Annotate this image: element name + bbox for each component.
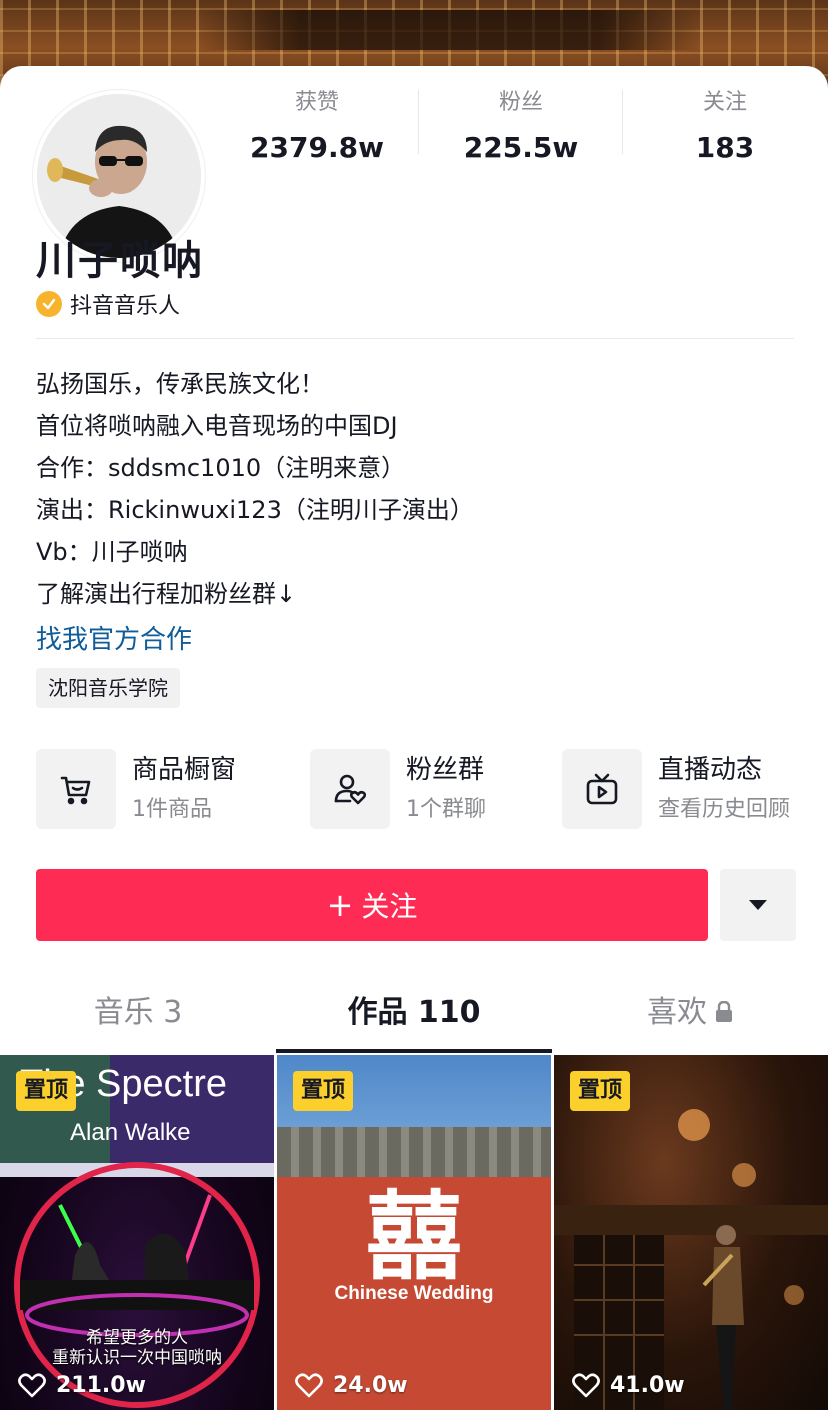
tool-live-history[interactable]: 直播动态 查看历史回顾 [562, 748, 790, 830]
like-count-value: 41.0w [610, 1372, 685, 1398]
thumbnail-subtitle: Alan Walke [70, 1119, 191, 1146]
tool-subtitle: 1件商品 [132, 797, 212, 822]
stats-row: 获赞 2379.8w 粉丝 225.5w 关注 183 [215, 88, 828, 168]
tool-shop-window[interactable]: 商品橱窗 1件商品 [36, 748, 236, 830]
plus-icon: + [326, 886, 354, 924]
stat-value: 225.5w [463, 131, 579, 164]
thumbnail-caption: Chinese Wedding [334, 1283, 494, 1304]
stat-label: 关注 [702, 90, 747, 115]
tools-row: 商品橱窗 1件商品 粉丝群 1个群聊 直播动态 查看历史回顾 [36, 748, 816, 830]
video-grid: The Spectre Alan Walke 希望更多的人 重新认识一次中国唢呐… [0, 1055, 828, 1410]
pinned-badge: 置顶 [570, 1071, 631, 1111]
tool-title: 商品橱窗 [132, 755, 237, 785]
tool-subtitle: 1个群聊 [406, 797, 486, 822]
active-tab-indicator [276, 1049, 552, 1053]
like-count: 24.0w [295, 1368, 408, 1402]
like-count-value: 24.0w [333, 1372, 408, 1398]
bio-line: 弘扬国乐，传承民族文化！ [36, 370, 324, 398]
tool-title: 粉丝群 [406, 755, 485, 785]
follow-label: 关注 [361, 890, 418, 923]
heart-outline-icon [295, 1373, 323, 1398]
thumbnail-caption: 重新认识一次中国唢呐 [52, 1348, 222, 1368]
follow-button[interactable]: + 关注 [36, 869, 708, 941]
bio-line: 合作：sddsmc1010（注明来意） [36, 454, 406, 482]
video-thumbnail[interactable]: 置顶 41.0w [554, 1055, 828, 1410]
bio: 弘扬国乐，传承民族文化！ 首位将唢呐融入电音现场的中国DJ 合作：sddsmc1… [36, 363, 796, 615]
tab-works[interactable]: 作品 110 [276, 980, 552, 1052]
video-thumbnail[interactable]: 囍 Chinese Wedding 置顶 24.0w [277, 1055, 551, 1410]
stat-value: 2379.8w [250, 131, 384, 164]
verified-check-icon [36, 291, 62, 317]
stat-label: 粉丝 [498, 90, 543, 115]
divider [36, 338, 794, 339]
stat-followers[interactable]: 粉丝 225.5w [419, 88, 623, 168]
tab-likes[interactable]: 喜欢 [552, 980, 828, 1052]
verified-row: 抖音音乐人 [36, 289, 180, 319]
like-count: 211.0w [18, 1368, 146, 1402]
heart-outline-icon [572, 1373, 600, 1398]
tool-title: 直播动态 [658, 755, 763, 785]
fan-group-icon [310, 749, 390, 829]
verified-label: 抖音音乐人 [70, 294, 181, 319]
stat-following[interactable]: 关注 183 [623, 88, 827, 168]
content-tabs: 音乐 3 作品 110 喜欢 [0, 980, 828, 1052]
caret-down-icon [749, 900, 767, 910]
cart-icon [36, 749, 116, 829]
profile-name: 川子唢呐 [36, 238, 204, 284]
profile-sheet: 获赞 2379.8w 粉丝 225.5w 关注 183 川子唢呐 抖音音乐人 弘… [0, 66, 828, 1410]
double-happiness-symbol: 囍 [366, 1181, 462, 1293]
more-dropdown-button[interactable] [720, 869, 796, 941]
stat-likes[interactable]: 获赞 2379.8w [215, 88, 419, 168]
school-tag[interactable]: 沈阳音乐学院 [36, 668, 180, 708]
official-cooperation-link[interactable]: 找我官方合作 [36, 620, 192, 660]
stat-label: 获赞 [294, 90, 339, 115]
stat-value: 183 [695, 131, 755, 164]
lock-icon [715, 981, 733, 1047]
video-thumbnail[interactable]: The Spectre Alan Walke 希望更多的人 重新认识一次中国唢呐… [0, 1055, 274, 1410]
bio-line: 首位将唢呐融入电音现场的中国DJ [36, 412, 398, 440]
thumbnail-roof-tiles [277, 1127, 551, 1177]
live-tv-icon [562, 749, 642, 829]
tab-likes-label: 喜欢 [647, 995, 707, 1030]
bio-line: 了解演出行程加粉丝群↓ [36, 580, 297, 608]
pinned-badge: 置顶 [16, 1071, 77, 1111]
like-count: 41.0w [572, 1368, 685, 1402]
tab-music[interactable]: 音乐 3 [0, 980, 276, 1052]
bio-line: 演出：Rickinwuxi123（注明川子演出） [36, 496, 474, 524]
heart-outline-icon [18, 1373, 46, 1398]
cover-stage-silhouette [200, 10, 700, 50]
tool-fan-group[interactable]: 粉丝群 1个群聊 [310, 748, 486, 830]
tool-subtitle: 查看历史回顾 [658, 797, 791, 822]
pinned-badge: 置顶 [293, 1071, 354, 1111]
bio-line: Vb：川子唢呐 [36, 538, 188, 566]
like-count-value: 211.0w [56, 1372, 146, 1398]
